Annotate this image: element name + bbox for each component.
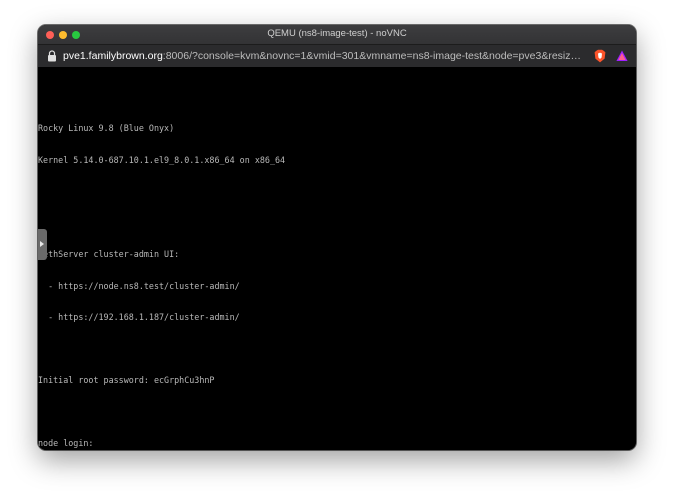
console-line: node login: — [38, 438, 94, 448]
console-line: Kernel 5.14.0-687.10.1.el9_8.0.1.x86_64 … — [38, 154, 286, 165]
url-host: pve1.familybrown.org — [63, 50, 163, 62]
console-line: - https://node.ns8.test/cluster-admin/ — [38, 280, 240, 291]
console-line: - https://192.168.1.187/cluster-admin/ — [38, 312, 240, 322]
expand-arrow-icon — [40, 241, 44, 247]
window-title: QEMU (ns8-image-test) - noVNC — [267, 28, 407, 39]
browser-window: QEMU (ns8-image-test) - noVNC pve1.famil… — [38, 25, 636, 450]
console-line: Rocky Linux 9.8 (Blue Onyx) — [38, 123, 175, 133]
console-output: Rocky Linux 9.8 (Blue Onyx) Kernel 5.14.… — [38, 102, 285, 450]
console-line: NethServer cluster-admin UI: — [38, 249, 180, 259]
url-path: :8006/?console=kvm&novnc=1&vmid=301&vmna… — [162, 50, 585, 62]
brave-rewards-icon[interactable] — [616, 50, 628, 62]
title-bar: QEMU (ns8-image-test) - noVNC — [38, 25, 636, 45]
address-bar[interactable]: pve1.familybrown.org:8006/?console=kvm&n… — [38, 45, 636, 68]
console-line: Initial root password: ecGrphCu3hnP — [38, 375, 215, 385]
lock-icon — [48, 50, 56, 62]
brave-shields-icon[interactable] — [594, 49, 606, 63]
vnc-console[interactable]: Rocky Linux 9.8 (Blue Onyx) Kernel 5.14.… — [38, 67, 636, 450]
novnc-control-bar-handle[interactable] — [38, 229, 47, 260]
url-text[interactable]: pve1.familybrown.org:8006/?console=kvm&n… — [63, 50, 585, 62]
